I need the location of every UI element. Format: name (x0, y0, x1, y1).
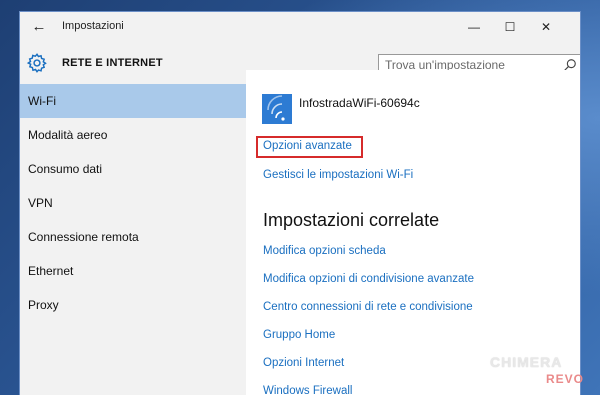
window-title: Impostazioni (62, 20, 124, 32)
maximize-button[interactable]: ☐ (492, 16, 528, 38)
watermark-logo: CHIMERA (490, 354, 563, 370)
related-link[interactable]: Centro connessioni di rete e condivision… (263, 301, 473, 313)
sidebar-item-proxy[interactable]: Proxy (20, 288, 246, 322)
close-button[interactable]: ✕ (528, 16, 564, 38)
section-title: RETE E INTERNET (62, 57, 163, 69)
sidebar-nav: Wi-Fi Modalità aereo Consumo dati VPN Co… (20, 84, 246, 395)
related-link[interactable]: Windows Firewall (263, 385, 352, 395)
manage-wifi-settings-link[interactable]: Gestisci le impostazioni Wi-Fi (263, 169, 413, 181)
wifi-icon (267, 95, 285, 121)
sidebar-item-vpn[interactable]: VPN (20, 186, 246, 220)
network-name: InfostradaWiFi-60694c (299, 96, 420, 110)
watermark-logo-sub: REVO (546, 372, 585, 386)
gear-icon (26, 53, 47, 73)
network-tile[interactable] (262, 94, 292, 124)
sidebar-item-dial-up[interactable]: Connessione remota (20, 220, 246, 254)
sidebar-item-ethernet[interactable]: Ethernet (20, 254, 246, 288)
title-bar: ← Impostazioni — ☐ ✕ (20, 12, 580, 42)
back-arrow-icon[interactable]: ← (30, 18, 48, 36)
related-settings-heading: Impostazioni correlate (263, 210, 440, 230)
settings-window: ← Impostazioni — ☐ ✕ RETE E INTERNET Wi-… (20, 12, 580, 395)
main-content: InfostradaWiFi-60694c Opzioni avanzate G… (246, 70, 580, 395)
advanced-options-link[interactable]: Opzioni avanzate (263, 140, 352, 152)
related-link[interactable]: Opzioni Internet (263, 357, 344, 369)
sidebar-item-airplane-mode[interactable]: Modalità aereo (20, 118, 246, 152)
minimize-button[interactable]: — (456, 16, 492, 38)
related-link[interactable]: Modifica opzioni scheda (263, 245, 386, 257)
related-link[interactable]: Modifica opzioni di condivisione avanzat… (263, 273, 474, 285)
sidebar-item-data-usage[interactable]: Consumo dati (20, 152, 246, 186)
related-link[interactable]: Gruppo Home (263, 329, 335, 341)
sidebar-item-wifi[interactable]: Wi-Fi (20, 84, 246, 118)
